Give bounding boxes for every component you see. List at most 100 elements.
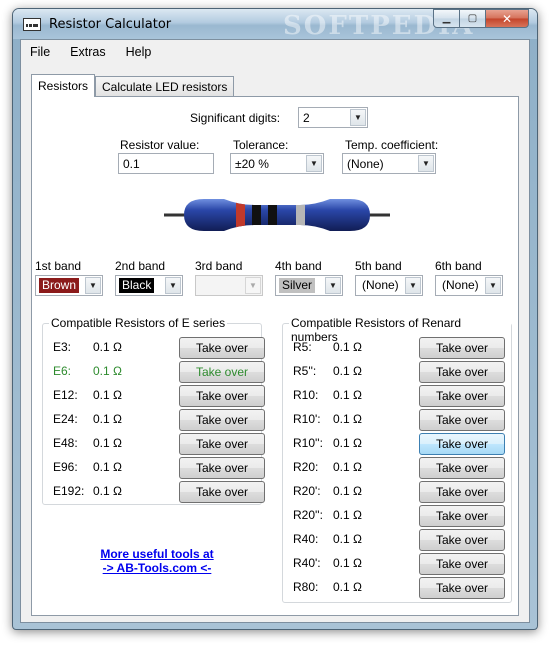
renard-row-value: 0.1 Ω <box>333 364 362 378</box>
tab-resistors[interactable]: Resistors <box>31 74 96 97</box>
renard-row-name: R40: <box>293 532 319 546</box>
take-over-button[interactable]: Take over <box>419 505 505 527</box>
renard-row-value: 0.1 Ω <box>333 556 362 570</box>
link-line-1[interactable]: More useful tools at <box>82 547 232 561</box>
take-over-button[interactable]: Take over <box>419 553 505 575</box>
band-2-label: 2nd band <box>115 259 166 273</box>
resistor-band-3 <box>268 199 277 231</box>
chevron-down-icon: ▼ <box>350 109 366 126</box>
e-series-row-value: 0.1 Ω <box>93 412 122 426</box>
renard-row-name: R5: <box>293 340 312 354</box>
chevron-down-icon: ▼ <box>405 277 421 294</box>
chevron-down-icon: ▼ <box>325 277 341 294</box>
chevron-down-icon: ▼ <box>485 277 501 294</box>
band-6-label: 6th band <box>435 259 482 273</box>
renard-row-value: 0.1 Ω <box>333 340 362 354</box>
band-2-value: Black <box>119 278 155 293</box>
take-over-button[interactable]: Take over <box>179 481 265 503</box>
e-series-row-name: E6: <box>53 364 72 378</box>
chevron-down-icon: ▼ <box>85 277 101 294</box>
take-over-button[interactable]: Take over <box>179 433 265 455</box>
temp-coefficient-value: (None) <box>347 156 384 171</box>
take-over-button[interactable]: Take over <box>419 337 505 359</box>
renard-row-value: 0.1 Ω <box>333 532 362 546</box>
close-button[interactable]: ✕ <box>485 9 529 28</box>
band-2-select[interactable]: Black ▼ <box>115 275 183 296</box>
menu-file[interactable]: File <box>30 45 50 59</box>
resistor-app-icon <box>23 18 41 31</box>
chevron-down-icon: ▼ <box>418 155 434 172</box>
title-bar[interactable]: Resistor Calculator SOFTPEDIA ▁ ▢ ✕ <box>13 9 537 41</box>
band-1-select[interactable]: Brown ▼ <box>35 275 103 296</box>
take-over-button[interactable]: Take over <box>419 361 505 383</box>
take-over-button[interactable]: Take over <box>179 337 265 359</box>
take-over-button[interactable]: Take over <box>419 433 505 455</box>
ab-tools-link[interactable]: More useful tools at -> AB-Tools.com <- <box>82 547 232 575</box>
renard-row-value: 0.1 Ω <box>333 484 362 498</box>
e-series-row-name: E96: <box>53 460 78 474</box>
menu-bar: File Extras Help <box>21 40 529 64</box>
e-series-row-value: 0.1 Ω <box>93 388 122 402</box>
e-series-group: Compatible Resistors of E series E3: 0.1 … <box>42 316 265 505</box>
temp-coefficient-select[interactable]: (None) ▼ <box>342 153 436 174</box>
resistor-value-input[interactable] <box>118 153 214 174</box>
take-over-button[interactable]: Take over <box>419 409 505 431</box>
renard-row-value: 0.1 Ω <box>333 436 362 450</box>
take-over-button[interactable]: Take over <box>419 457 505 479</box>
resistor-image <box>164 199 390 231</box>
e-series-row-name: E12: <box>53 388 78 402</box>
take-over-button[interactable]: Take over <box>419 529 505 551</box>
renard-row-value: 0.1 Ω <box>333 412 362 426</box>
tolerance-select[interactable]: ±20 % ▼ <box>230 153 324 174</box>
band-4-value: Silver <box>279 278 316 293</box>
significant-digits-label: Significant digits: <box>190 111 281 125</box>
e-series-row-value: 0.1 Ω <box>93 436 122 450</box>
app-window: Resistor Calculator SOFTPEDIA ▁ ▢ ✕ File… <box>12 8 538 630</box>
chevron-down-icon: ▼ <box>306 155 322 172</box>
significant-digits-select[interactable]: 2 ▼ <box>298 107 368 128</box>
e-series-row-name: E3: <box>53 340 72 354</box>
band-5-label: 5th band <box>355 259 402 273</box>
menu-extras[interactable]: Extras <box>70 45 105 59</box>
take-over-button[interactable]: Take over <box>419 577 505 599</box>
take-over-button[interactable]: Take over <box>179 457 265 479</box>
band-6-select[interactable]: (None) ▼ <box>435 275 503 296</box>
take-over-button[interactable]: Take over <box>179 385 265 407</box>
renard-row-name: R20': <box>293 484 321 498</box>
band-4-select[interactable]: Silver ▼ <box>275 275 343 296</box>
client-area: File Extras Help Resistors Calculate LED… <box>20 39 530 623</box>
e-series-row-value: 0.1 Ω <box>93 364 122 378</box>
tab-led-resistors[interactable]: Calculate LED resistors <box>95 76 235 96</box>
e-series-row-name: E48: <box>53 436 78 450</box>
renard-row-name: R80: <box>293 580 319 594</box>
tab-strip: Resistors Calculate LED resistors <box>31 74 235 97</box>
band-5-value: (None) <box>362 278 399 292</box>
resistor-band-4 <box>296 199 305 231</box>
take-over-button[interactable]: Take over <box>179 409 265 431</box>
renard-row-name: R5'': <box>293 364 317 378</box>
renard-row-name: R20: <box>293 460 319 474</box>
renard-row-name: R10: <box>293 388 319 402</box>
band-5-select[interactable]: (None) ▼ <box>355 275 423 296</box>
menu-help[interactable]: Help <box>126 45 152 59</box>
tolerance-value: ±20 % <box>235 156 269 171</box>
e-series-row-value: 0.1 Ω <box>93 340 122 354</box>
minimize-button[interactable]: ▁ <box>433 9 460 28</box>
e-series-title: Compatible Resistors of E series <box>49 316 228 330</box>
resistors-panel: Significant digits: 2 ▼ Resistor value: … <box>31 96 519 616</box>
renard-row-value: 0.1 Ω <box>333 508 362 522</box>
renard-group: Compatible Resistors of Renard numbers R… <box>282 316 512 603</box>
band-1-label: 1st band <box>35 259 82 273</box>
take-over-button[interactable]: Take over <box>419 385 505 407</box>
take-over-button[interactable]: Take over <box>179 361 265 383</box>
significant-digits-value: 2 <box>303 110 310 125</box>
renard-row-value: 0.1 Ω <box>333 580 362 594</box>
band-3-select: ▼ <box>195 275 263 296</box>
band-1-value: Brown <box>39 278 80 293</box>
e-series-row-name: E192: <box>53 484 85 498</box>
renard-row-name: R10': <box>293 412 321 426</box>
take-over-button[interactable]: Take over <box>419 481 505 503</box>
e-series-row-value: 0.1 Ω <box>93 460 122 474</box>
link-line-2[interactable]: -> AB-Tools.com <- <box>82 561 232 575</box>
maximize-button[interactable]: ▢ <box>459 9 486 28</box>
